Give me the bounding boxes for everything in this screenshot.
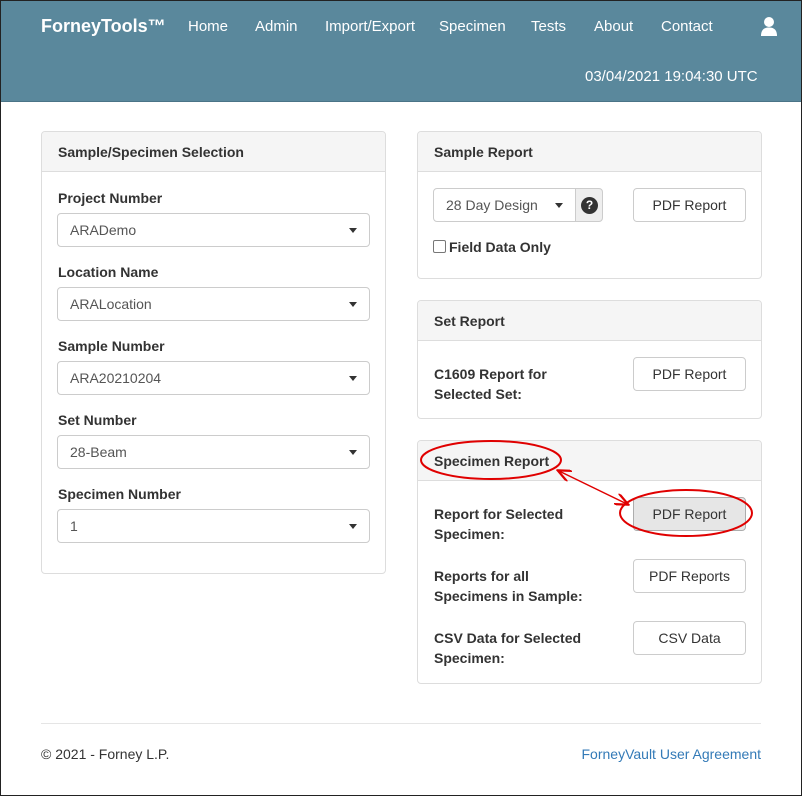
user-agreement-link[interactable]: ForneyVault User Agreement [582, 746, 762, 762]
sample-number-value: ARA20210204 [70, 370, 162, 386]
selected-specimen-label: Report for Selected Specimen: [434, 506, 564, 542]
footer-divider [41, 723, 761, 724]
location-name-label: Location Name [58, 264, 159, 280]
project-number-label: Project Number [58, 190, 163, 206]
caret-down-icon [349, 450, 357, 455]
set-report-title: Set Report [418, 301, 761, 341]
sample-pdf-report-button[interactable]: PDF Report [633, 188, 746, 222]
caret-down-icon [349, 302, 357, 307]
navbar: ForneyTools™ Home Admin Import/Export Sp… [1, 1, 801, 102]
nav-admin[interactable]: Admin [255, 18, 298, 35]
nav-contact[interactable]: Contact [661, 18, 713, 35]
set-report-label: C1609 Report for Selected Set: [434, 366, 547, 402]
nav-import-export[interactable]: Import/Export [325, 18, 415, 35]
specimen-number-label: Specimen Number [58, 486, 181, 502]
specimen-number-value: 1 [70, 518, 78, 534]
location-name-select[interactable]: ARALocation [57, 287, 370, 321]
sample-report-panel: Sample Report 28 Day Design ? PDF Report… [417, 131, 762, 279]
help-icon: ? [581, 197, 598, 214]
set-number-label: Set Number [58, 412, 137, 428]
server-timestamp: 03/04/2021 19:04:30 UTC [585, 68, 758, 85]
set-number-value: 28-Beam [70, 444, 127, 460]
location-name-value: ARALocation [70, 296, 152, 312]
field-data-only-label: Field Data Only [449, 239, 551, 255]
selection-panel-title: Sample/Specimen Selection [42, 132, 385, 172]
set-report-panel: Set Report C1609 Report for Selected Set… [417, 300, 762, 419]
nav-home[interactable]: Home [188, 18, 228, 35]
caret-down-icon [349, 228, 357, 233]
sample-report-title: Sample Report [418, 132, 761, 172]
field-data-only-checkbox[interactable] [433, 240, 446, 253]
specimen-report-panel: Specimen Report Report for Selected Spec… [417, 440, 762, 684]
caret-down-icon [555, 203, 563, 208]
field-data-only-row: Field Data Only [433, 239, 551, 255]
sample-number-label: Sample Number [58, 338, 165, 354]
sample-number-select[interactable]: ARA20210204 [57, 361, 370, 395]
selection-panel: Sample/Specimen Selection Project Number… [41, 131, 386, 574]
all-specimens-label: Reports for all Specimens in Sample: [434, 568, 583, 604]
nav-about[interactable]: About [594, 18, 633, 35]
specimen-report-title: Specimen Report [418, 441, 761, 481]
csv-data-label: CSV Data for Selected Specimen: [434, 630, 582, 666]
caret-down-icon [349, 376, 357, 381]
brand-logo[interactable]: ForneyTools™ [41, 16, 166, 37]
set-pdf-report-button[interactable]: PDF Report [633, 357, 746, 391]
specimen-pdf-report-button[interactable]: PDF Report [633, 497, 746, 531]
set-number-select[interactable]: 28-Beam [57, 435, 370, 469]
project-number-value: ARADemo [70, 222, 137, 238]
nav-tests[interactable]: Tests [531, 18, 566, 35]
user-icon[interactable] [761, 16, 777, 38]
all-specimens-pdf-reports-button[interactable]: PDF Reports [633, 559, 746, 593]
caret-down-icon [349, 524, 357, 529]
nav-specimen[interactable]: Specimen [439, 18, 506, 35]
help-button[interactable]: ? [575, 188, 603, 222]
design-age-select[interactable]: 28 Day Design [433, 188, 576, 222]
csv-data-button[interactable]: CSV Data [633, 621, 746, 655]
copyright-text: © 2021 - Forney L.P. [41, 746, 170, 762]
design-age-value: 28 Day Design [446, 197, 538, 213]
specimen-number-select[interactable]: 1 [57, 509, 370, 543]
project-number-select[interactable]: ARADemo [57, 213, 370, 247]
